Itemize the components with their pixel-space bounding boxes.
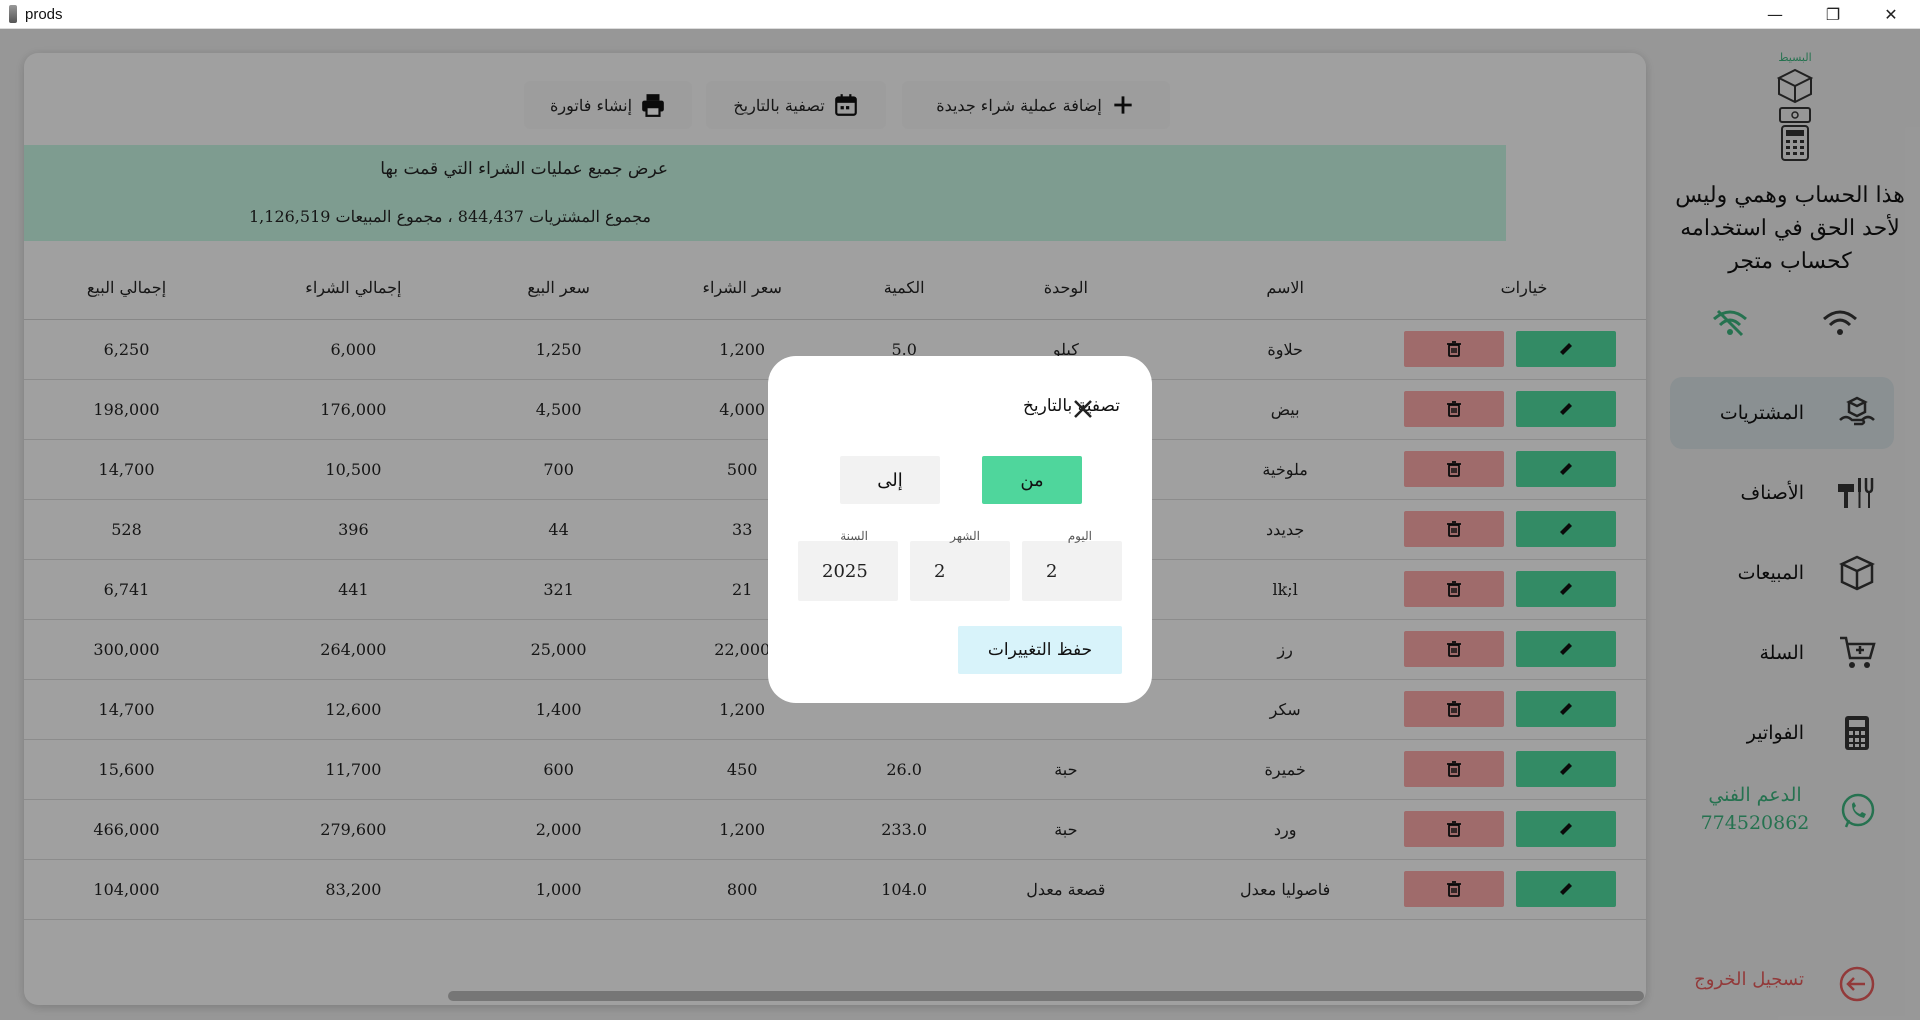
close-icon[interactable] <box>1072 398 1094 420</box>
date-filter-dialog: تصفية بالتاريخ من إلى اليوم الشهر السنة … <box>768 356 1152 703</box>
close-window-button[interactable]: ✕ <box>1862 0 1920 29</box>
year-field[interactable]: السنة <box>798 529 898 601</box>
year-input[interactable] <box>798 541 898 601</box>
save-changes-button[interactable]: حفظ التغييرات <box>958 626 1122 674</box>
maximize-button[interactable]: ❐ <box>1804 0 1862 29</box>
window-controls: — ❐ ✕ <box>1746 0 1920 29</box>
day-field[interactable]: اليوم <box>1022 529 1122 601</box>
month-field[interactable]: الشهر <box>910 529 1010 601</box>
minimize-button[interactable]: — <box>1746 0 1804 29</box>
day-input[interactable] <box>1022 541 1122 601</box>
from-toggle[interactable]: من <box>982 456 1082 504</box>
to-toggle[interactable]: إلى <box>840 456 940 504</box>
window-titlebar: prods — ❐ ✕ <box>0 0 1920 29</box>
month-input[interactable] <box>910 541 1010 601</box>
window-title: prods <box>25 5 63 23</box>
app-icon <box>9 5 17 23</box>
